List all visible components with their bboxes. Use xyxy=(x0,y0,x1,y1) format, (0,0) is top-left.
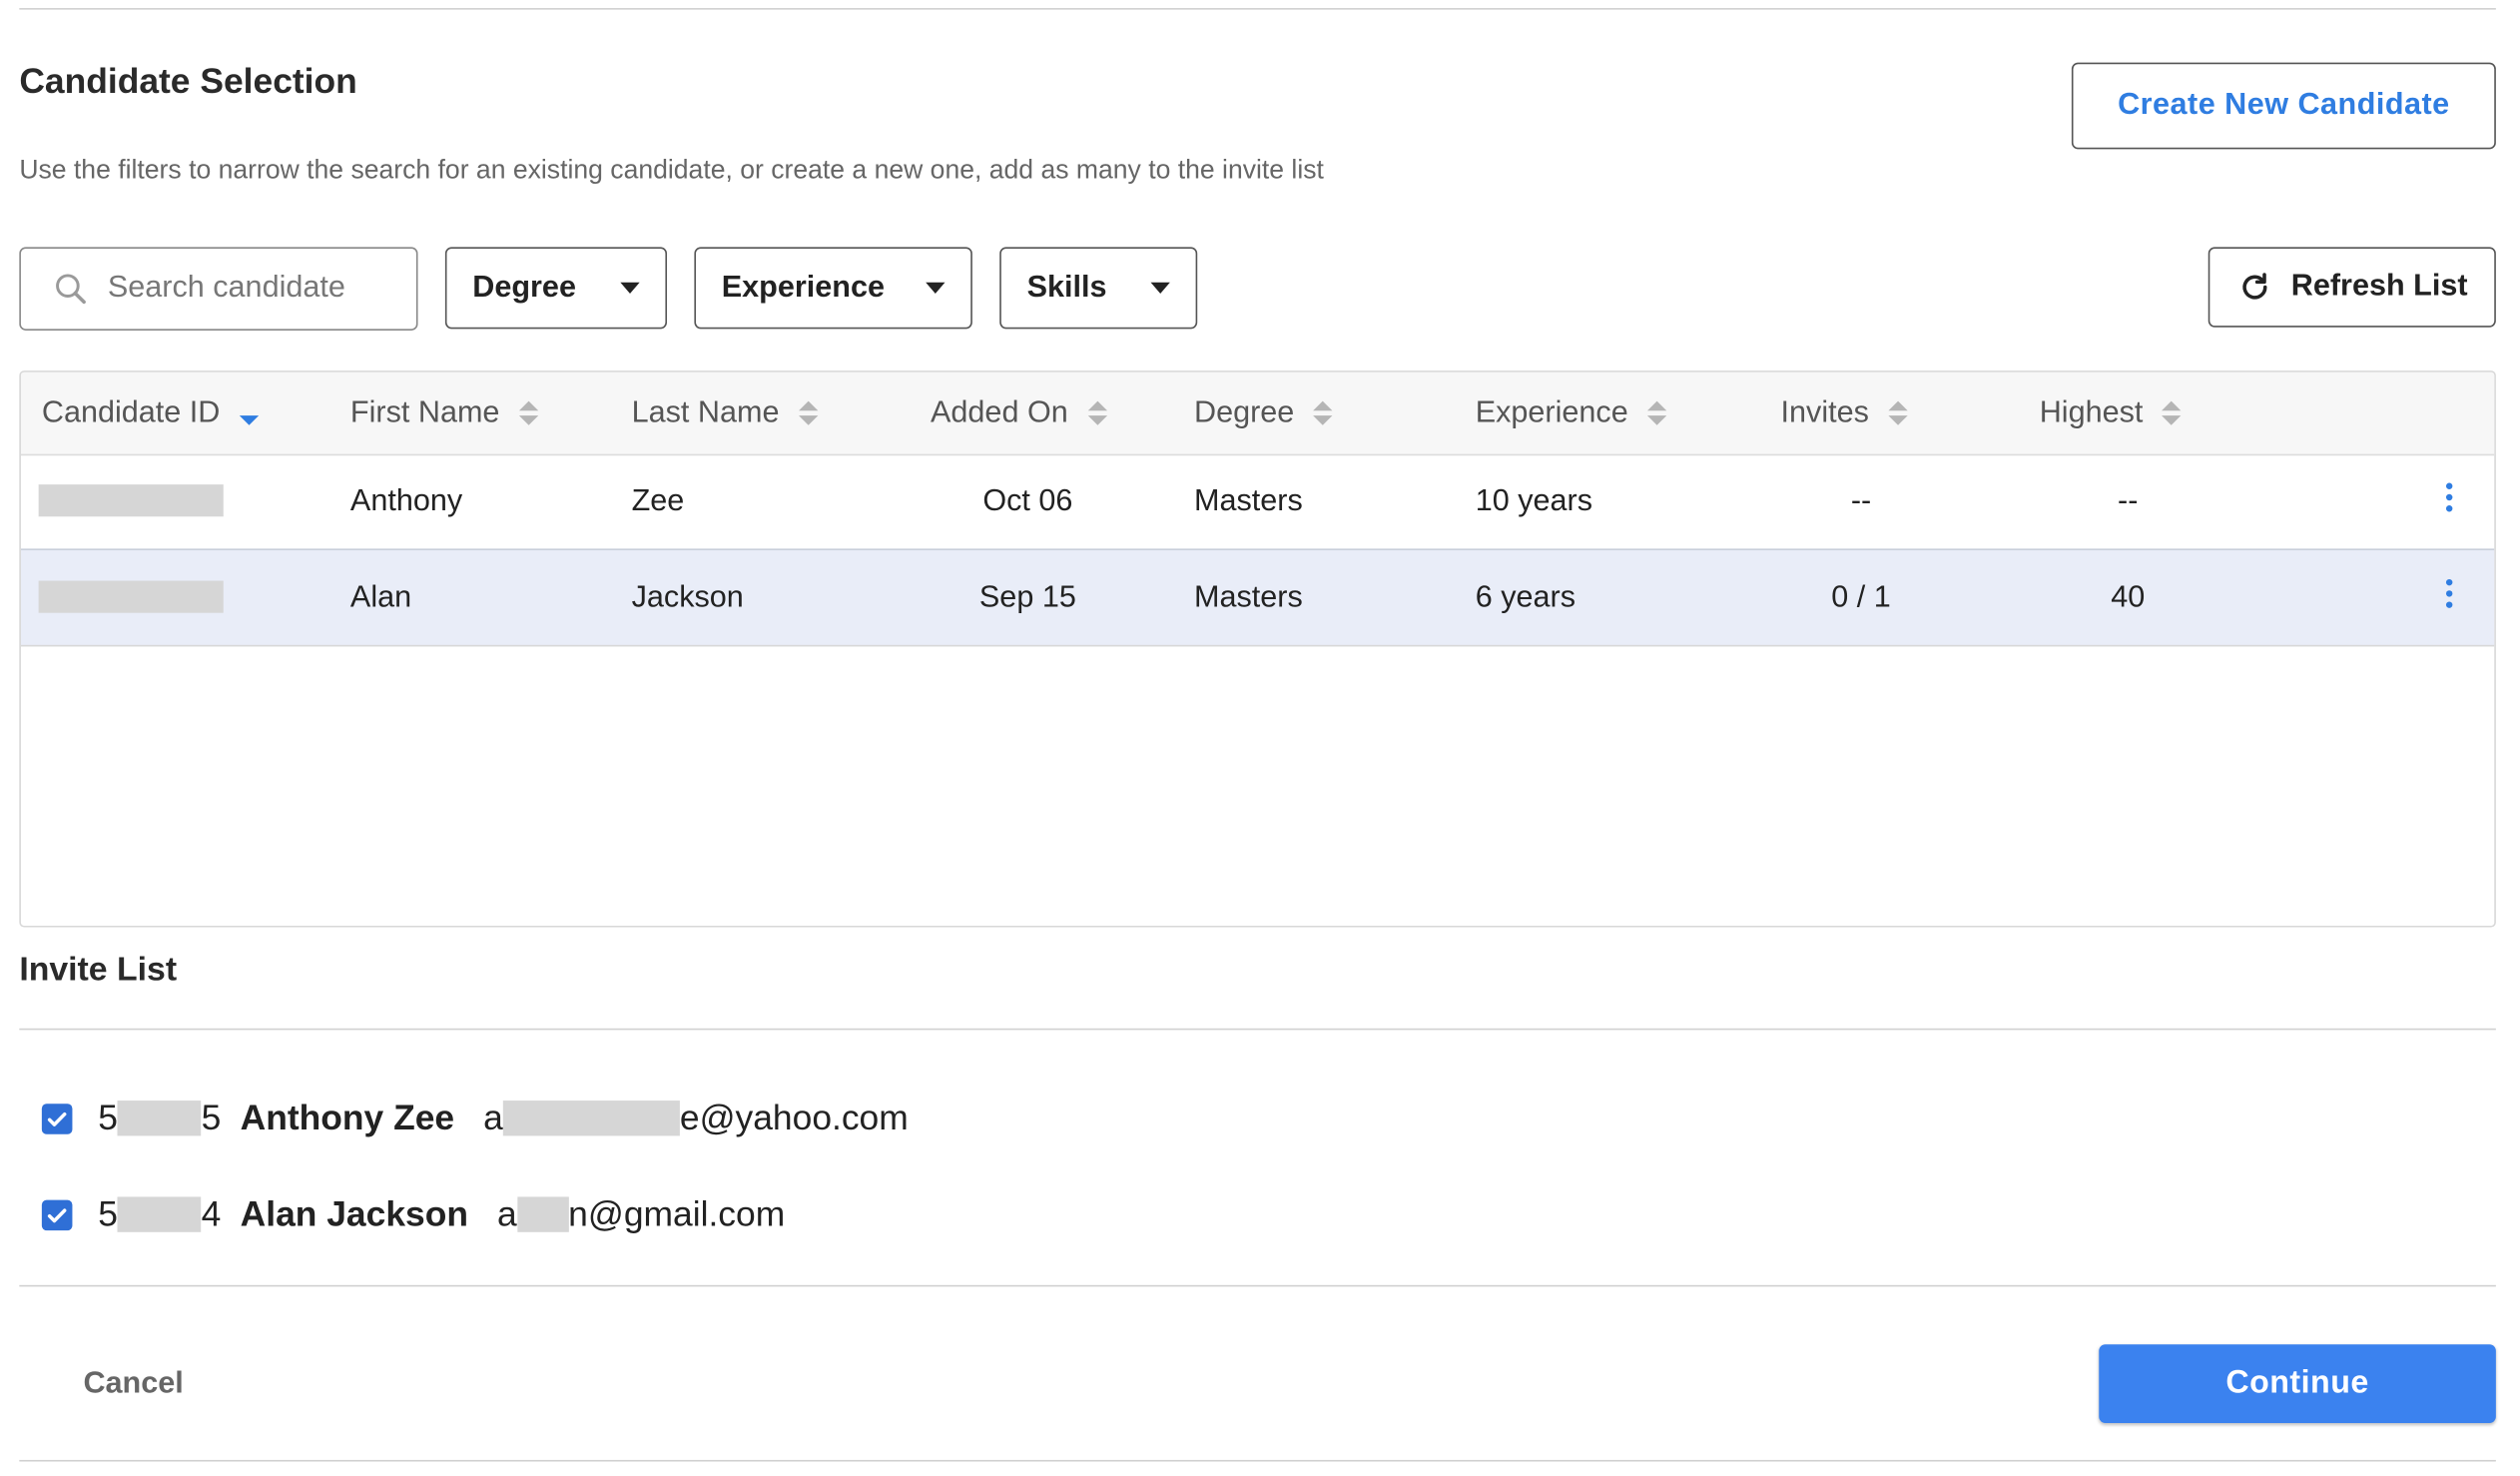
sort-descending-icon xyxy=(239,401,260,425)
invite-candidate-name: Alan Jackson xyxy=(240,1193,468,1234)
column-header-experience[interactable]: Experience xyxy=(1476,372,1667,454)
degree-cell: Masters xyxy=(1194,483,1303,518)
bottom-divider xyxy=(19,1459,2496,1462)
degree-cell: Masters xyxy=(1194,579,1303,614)
last-name-cell: Zee xyxy=(631,483,685,518)
column-header-invites[interactable]: Invites xyxy=(1781,372,1908,454)
sort-icon xyxy=(1888,400,1908,425)
checkmark-icon xyxy=(47,1207,67,1222)
chevron-down-icon xyxy=(1150,282,1170,294)
invite-id-prefix: 5 xyxy=(98,1097,118,1138)
invite-email-prefix: a xyxy=(496,1193,517,1234)
experience-cell: 6 years xyxy=(1475,579,1576,614)
invite-email-prefix: a xyxy=(483,1097,503,1138)
column-header-added-on[interactable]: Added On xyxy=(931,372,1107,454)
redacted-email xyxy=(502,1101,680,1136)
last-name-cell: Jackson xyxy=(631,579,744,614)
first-name-cell: Alan xyxy=(349,579,412,614)
invite-id-prefix: 5 xyxy=(98,1193,118,1234)
create-new-candidate-button[interactable]: Create New Candidate xyxy=(2071,62,2496,150)
search-input[interactable] xyxy=(107,271,365,307)
invite-email-domain: n@gmail.com xyxy=(568,1193,786,1234)
table-header: Candidate ID First Name Last Name Added … xyxy=(20,371,2495,456)
cancel-button[interactable]: Cancel xyxy=(61,1351,206,1418)
experience-cell: 10 years xyxy=(1475,483,1593,518)
refresh-icon xyxy=(2241,273,2266,300)
invite-checkbox[interactable] xyxy=(41,1103,73,1133)
row-more-options-icon[interactable] xyxy=(2441,479,2457,514)
invite-checkbox[interactable] xyxy=(41,1198,73,1230)
checkmark-icon xyxy=(47,1111,67,1126)
sort-icon xyxy=(1087,400,1107,425)
redacted-email xyxy=(516,1196,569,1232)
skills-filter-dropdown[interactable]: Skills xyxy=(999,247,1198,330)
search-icon xyxy=(56,274,86,305)
experience-filter-dropdown[interactable]: Experience xyxy=(694,247,972,330)
column-label: Highest xyxy=(2039,395,2144,429)
invite-list-divider xyxy=(19,1028,2496,1031)
refresh-list-label: Refresh List xyxy=(2290,269,2468,304)
redacted-id xyxy=(117,1196,202,1232)
column-label: Degree xyxy=(1194,395,1295,429)
candidate-selection-dialog: Candidate Selection Use the filters to n… xyxy=(0,0,2520,1476)
column-header-first-name[interactable]: First Name xyxy=(349,372,539,454)
invite-list-item: 5 5 Anthony Zee a e@yahoo.com xyxy=(41,1095,909,1142)
table-row-selected[interactable]: Alan Jackson Sep 15 Masters 6 years 0 / … xyxy=(20,548,2495,647)
column-label: Experience xyxy=(1475,395,1628,429)
invite-id-suffix: 4 xyxy=(201,1193,222,1234)
invite-list-item: 5 4 Alan Jackson a n@gmail.com xyxy=(41,1190,786,1238)
skills-filter-label: Skills xyxy=(1026,270,1107,305)
sort-icon xyxy=(798,400,819,425)
redacted-candidate-id xyxy=(38,484,224,517)
added-on-cell: Oct 06 xyxy=(982,483,1073,518)
chevron-down-icon xyxy=(620,282,640,294)
invite-email-domain: e@yahoo.com xyxy=(679,1097,909,1138)
chevron-down-icon xyxy=(926,282,945,294)
column-header-degree[interactable]: Degree xyxy=(1194,372,1333,454)
column-header-last-name[interactable]: Last Name xyxy=(632,372,819,454)
degree-filter-dropdown[interactable]: Degree xyxy=(444,247,668,330)
row-more-options-icon[interactable] xyxy=(2441,576,2457,611)
top-divider xyxy=(19,8,2496,10)
invites-cell: -- xyxy=(1850,483,1872,518)
page-subtitle: Use the filters to narrow the search for… xyxy=(19,155,1324,185)
redacted-candidate-id xyxy=(38,580,224,613)
column-header-candidate-id[interactable]: Candidate ID xyxy=(41,372,260,454)
degree-filter-label: Degree xyxy=(472,270,576,305)
experience-filter-label: Experience xyxy=(721,270,885,305)
first-name-cell: Anthony xyxy=(349,483,463,518)
page-title: Candidate Selection xyxy=(19,61,357,102)
column-label: Candidate ID xyxy=(41,395,221,429)
redacted-id xyxy=(117,1101,202,1136)
footer-divider xyxy=(19,1284,2496,1287)
invite-candidate-name: Anthony Zee xyxy=(240,1097,455,1138)
column-label: Last Name xyxy=(631,395,780,429)
search-field[interactable] xyxy=(19,247,418,331)
column-label: Added On xyxy=(931,395,1068,429)
candidates-table: Candidate ID First Name Last Name Added … xyxy=(19,370,2496,928)
invite-list-title: Invite List xyxy=(19,951,178,989)
highest-cell: 40 xyxy=(2111,579,2146,614)
added-on-cell: Sep 15 xyxy=(978,579,1076,614)
column-label: Invites xyxy=(1780,395,1869,429)
highest-cell: -- xyxy=(2118,483,2139,518)
column-label: First Name xyxy=(349,395,500,429)
continue-button[interactable]: Continue xyxy=(2099,1344,2496,1423)
sort-icon xyxy=(1647,400,1667,425)
sort-icon xyxy=(1313,400,1333,425)
invite-id-suffix: 5 xyxy=(201,1097,222,1138)
sort-icon xyxy=(2162,400,2183,425)
sort-icon xyxy=(518,400,539,425)
refresh-list-button[interactable]: Refresh List xyxy=(2207,247,2496,328)
invites-cell: 0 / 1 xyxy=(1831,579,1891,614)
table-row[interactable]: Anthony Zee Oct 06 Masters 10 years -- -… xyxy=(20,454,2495,551)
column-header-highest[interactable]: Highest xyxy=(2039,372,2183,454)
